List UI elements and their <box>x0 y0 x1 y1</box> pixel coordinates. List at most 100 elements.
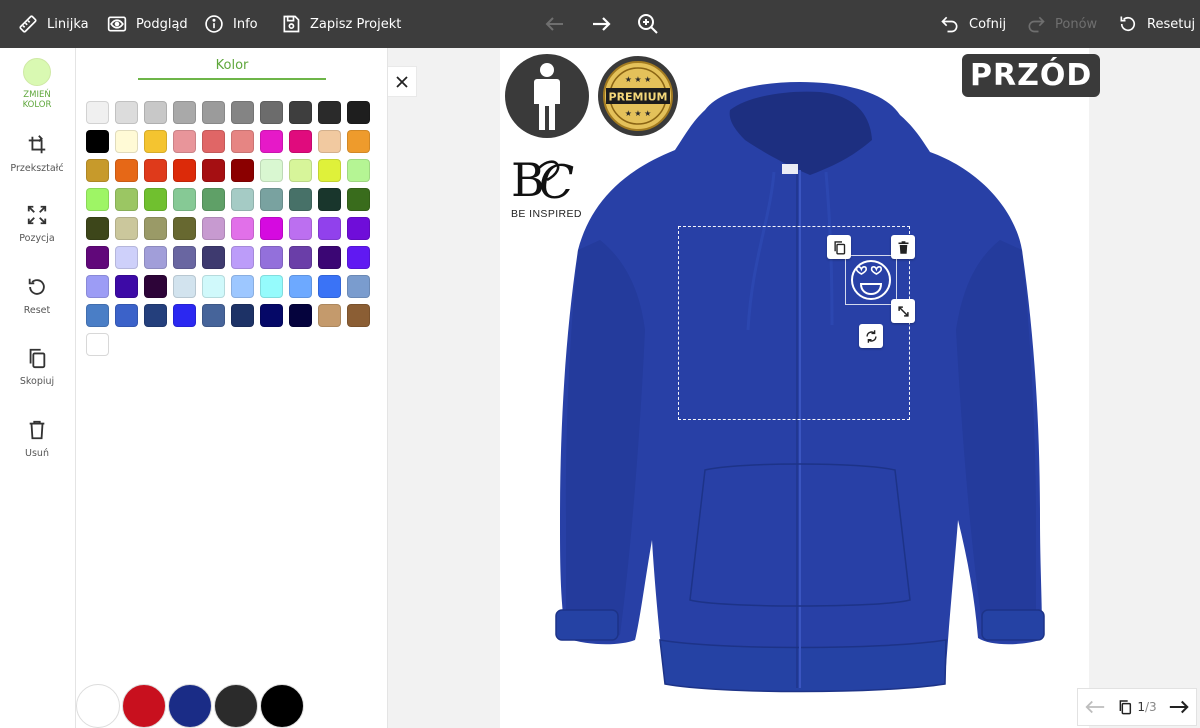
color-swatch[interactable] <box>318 217 341 240</box>
color-swatch[interactable] <box>260 130 283 153</box>
color-swatch[interactable] <box>115 130 138 153</box>
color-swatch[interactable] <box>115 246 138 269</box>
color-swatch[interactable] <box>86 275 109 298</box>
color-swatch[interactable] <box>144 246 167 269</box>
color-swatch[interactable] <box>202 101 225 124</box>
color-swatch[interactable] <box>86 304 109 327</box>
color-swatch[interactable] <box>318 304 341 327</box>
delete-button[interactable]: Usuń <box>0 419 74 459</box>
quick-color-swatch[interactable] <box>214 684 258 728</box>
color-swatch[interactable] <box>231 159 254 182</box>
info-button[interactable]: Info <box>204 0 258 48</box>
color-swatch[interactable] <box>347 304 370 327</box>
color-swatch[interactable] <box>202 304 225 327</box>
color-swatch[interactable] <box>202 188 225 211</box>
color-swatch[interactable] <box>115 188 138 211</box>
color-swatch[interactable] <box>289 101 312 124</box>
color-swatch[interactable] <box>231 246 254 269</box>
color-swatch[interactable] <box>231 304 254 327</box>
color-swatch[interactable] <box>144 159 167 182</box>
color-swatch[interactable] <box>260 304 283 327</box>
tab-color[interactable]: Kolor <box>138 58 326 80</box>
change-color-button[interactable]: ZMIEŃ KOLOR <box>0 58 74 110</box>
color-swatch[interactable] <box>115 304 138 327</box>
quick-color-swatch[interactable] <box>76 684 120 728</box>
color-swatch[interactable] <box>173 188 196 211</box>
color-swatch[interactable] <box>289 246 312 269</box>
color-swatch[interactable] <box>115 101 138 124</box>
color-swatch[interactable] <box>318 130 341 153</box>
color-swatch[interactable] <box>318 275 341 298</box>
pager-next-icon[interactable] <box>1168 698 1190 716</box>
color-swatch[interactable] <box>144 304 167 327</box>
color-swatch[interactable] <box>231 130 254 153</box>
color-swatch[interactable] <box>347 130 370 153</box>
color-swatch[interactable] <box>260 217 283 240</box>
color-swatch[interactable] <box>347 188 370 211</box>
color-swatch[interactable] <box>173 159 196 182</box>
color-swatch[interactable] <box>347 101 370 124</box>
color-swatch[interactable] <box>144 101 167 124</box>
color-swatch[interactable] <box>260 188 283 211</box>
color-swatch[interactable] <box>202 130 225 153</box>
color-swatch[interactable] <box>318 188 341 211</box>
color-swatch[interactable] <box>289 130 312 153</box>
color-swatch[interactable] <box>260 246 283 269</box>
color-swatch[interactable] <box>86 246 109 269</box>
color-swatch[interactable] <box>115 217 138 240</box>
color-swatch[interactable] <box>347 159 370 182</box>
undo-button[interactable]: Cofnij <box>940 0 1006 48</box>
arrow-left-icon[interactable] <box>543 12 567 36</box>
delete-object-button[interactable] <box>891 235 915 259</box>
color-swatch[interactable] <box>202 159 225 182</box>
color-swatch[interactable] <box>86 188 109 211</box>
color-swatch[interactable] <box>289 188 312 211</box>
close-panel-button[interactable] <box>388 66 417 97</box>
color-swatch[interactable] <box>86 333 109 356</box>
color-swatch[interactable] <box>86 101 109 124</box>
color-swatch[interactable] <box>86 217 109 240</box>
color-swatch[interactable] <box>173 275 196 298</box>
color-swatch[interactable] <box>347 217 370 240</box>
color-swatch[interactable] <box>231 217 254 240</box>
zoom-in-icon[interactable] <box>636 12 660 36</box>
color-swatch[interactable] <box>86 130 109 153</box>
save-project-button[interactable]: Zapisz Projekt <box>281 0 401 48</box>
color-swatch[interactable] <box>318 159 341 182</box>
color-swatch[interactable] <box>86 159 109 182</box>
color-swatch[interactable] <box>231 275 254 298</box>
color-swatch[interactable] <box>115 275 138 298</box>
transform-button[interactable]: Przekształć <box>0 134 74 174</box>
color-swatch[interactable] <box>173 130 196 153</box>
color-swatch[interactable] <box>173 101 196 124</box>
color-swatch[interactable] <box>260 159 283 182</box>
color-swatch[interactable] <box>231 101 254 124</box>
quick-color-swatch[interactable] <box>260 684 304 728</box>
color-swatch[interactable] <box>260 275 283 298</box>
color-swatch[interactable] <box>173 246 196 269</box>
color-swatch[interactable] <box>144 275 167 298</box>
reset-all-button[interactable]: Resetuj <box>1118 0 1195 48</box>
duplicate-object-button[interactable] <box>827 235 851 259</box>
preview-button[interactable]: Podgląd <box>107 0 188 48</box>
color-swatch[interactable] <box>318 101 341 124</box>
color-swatch[interactable] <box>347 275 370 298</box>
color-swatch[interactable] <box>260 101 283 124</box>
position-button[interactable]: Pozycja <box>0 204 74 244</box>
color-swatch[interactable] <box>173 217 196 240</box>
pager-prev-icon[interactable] <box>1084 698 1106 716</box>
reset-object-button[interactable]: Reset <box>0 276 74 316</box>
color-swatch[interactable] <box>318 246 341 269</box>
quick-color-swatch[interactable] <box>122 684 166 728</box>
color-swatch[interactable] <box>289 217 312 240</box>
color-swatch[interactable] <box>144 217 167 240</box>
color-swatch[interactable] <box>115 159 138 182</box>
color-swatch[interactable] <box>173 304 196 327</box>
arrow-right-icon[interactable] <box>589 12 613 36</box>
color-swatch[interactable] <box>202 217 225 240</box>
color-swatch[interactable] <box>144 130 167 153</box>
color-swatch[interactable] <box>289 304 312 327</box>
quick-color-swatch[interactable] <box>168 684 212 728</box>
resize-object-button[interactable] <box>891 299 915 323</box>
copy-button[interactable]: Skopiuj <box>0 347 74 387</box>
